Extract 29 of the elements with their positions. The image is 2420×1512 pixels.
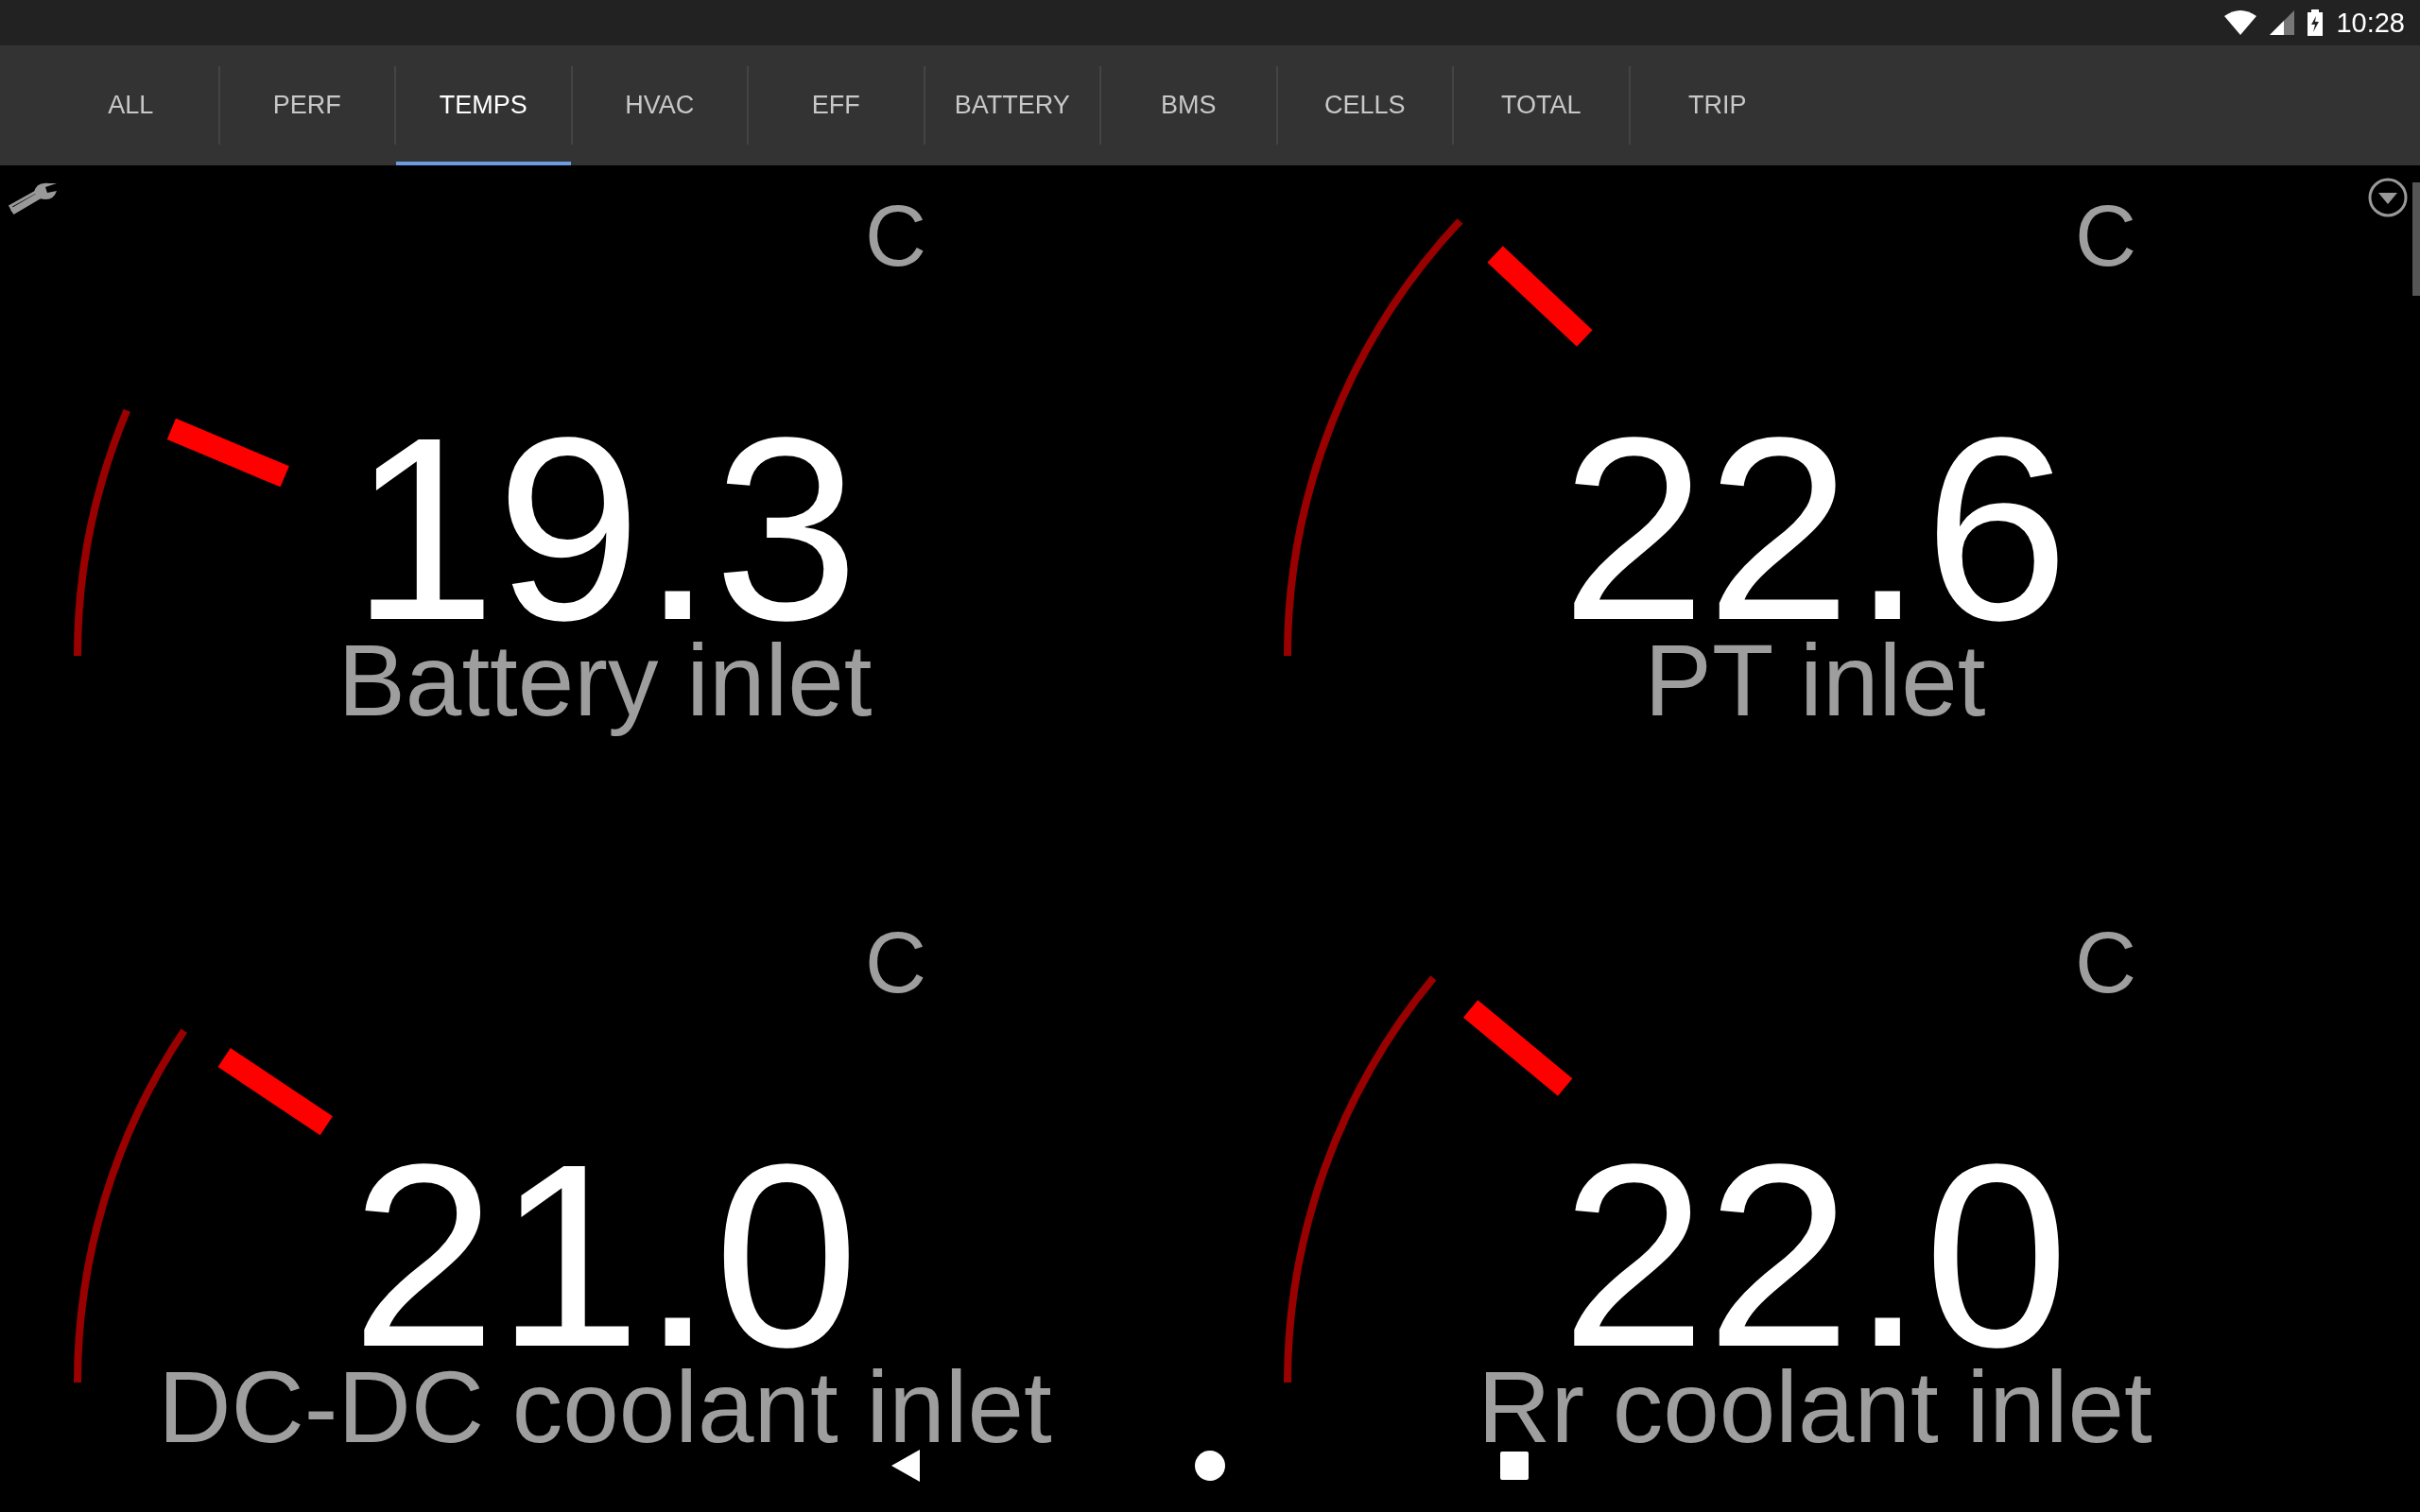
gauge-value: 19.3 [351,435,859,623]
tab[interactable]: HVAC [572,45,747,165]
clock-time: 10:28 [2336,7,2405,39]
tab[interactable]: EFF [749,45,924,165]
gauge-label: DC-DC coolant inlet [158,1349,1052,1466]
unit-label: C [2075,194,2136,279]
back-icon [891,1450,920,1482]
gauge-value: 21.0 [351,1161,859,1349]
gauge-value: 22.6 [1561,435,2069,623]
signal-icon [2270,10,2295,35]
gauge-label: Rr coolant inlet [1478,1349,2152,1466]
tab[interactable]: TRIP [1630,45,1805,165]
tab[interactable]: PERF [219,45,394,165]
recents-icon [1500,1452,1529,1480]
wifi-icon [2224,10,2257,35]
tab[interactable]: BATTERY [925,45,1099,165]
dropdown-icon[interactable] [2368,178,2408,217]
unit-label: C [865,194,926,279]
gauge-label: Battery inlet [337,622,873,739]
tab[interactable]: TOTAL [1454,45,1629,165]
home-icon [1194,1450,1226,1482]
unit-label: C [2075,920,2136,1005]
tab[interactable]: ALL [43,45,218,165]
gauge-label: PT inlet [1644,622,1986,739]
unit-label: C [865,920,926,1005]
tab[interactable]: BMS [1101,45,1276,165]
gauge-value: 22.0 [1561,1161,2069,1349]
battery-charging-icon [2308,9,2324,36]
tab[interactable]: CELLS [1277,45,1452,165]
